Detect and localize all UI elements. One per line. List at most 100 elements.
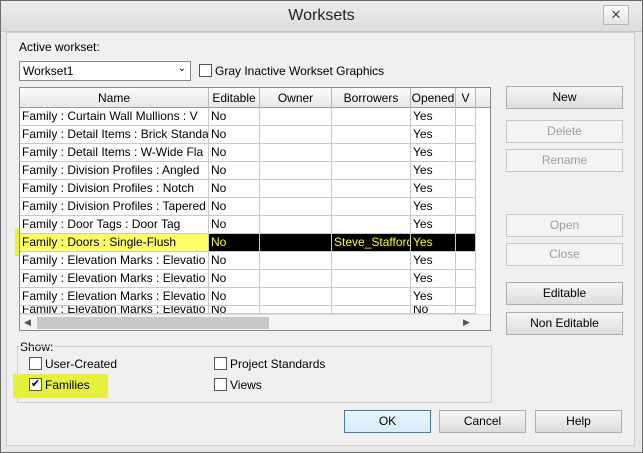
new-button[interactable]: New bbox=[506, 86, 623, 109]
table-row[interactable]: Family : Door Tags : Door Tag No Yes bbox=[20, 216, 476, 234]
close-button[interactable]: Close bbox=[506, 243, 623, 266]
editable-button[interactable]: Editable bbox=[506, 282, 623, 305]
check-icon: ✔ bbox=[30, 378, 41, 390]
cell-opened: Yes bbox=[411, 234, 456, 251]
cell-borrowers: Steve_Stafford bbox=[332, 234, 411, 251]
user-created-label: User-Created bbox=[45, 357, 118, 371]
user-created-checkbox[interactable] bbox=[29, 357, 42, 370]
ok-button[interactable]: OK bbox=[344, 410, 431, 433]
cell-borrowers bbox=[332, 144, 411, 161]
dialog-title: Worksets bbox=[288, 7, 355, 24]
cell-borrowers bbox=[332, 216, 411, 233]
cell-owner bbox=[260, 180, 332, 197]
close-icon[interactable]: ✕ bbox=[603, 5, 629, 25]
cell-borrowers bbox=[332, 306, 411, 313]
cell-editable: No bbox=[209, 144, 260, 161]
cell-name: Family : Detail Items : Brick Standa bbox=[22, 126, 209, 143]
cell-owner bbox=[260, 270, 332, 287]
families-checkbox[interactable]: ✔ bbox=[29, 378, 42, 391]
cell-editable: No bbox=[209, 162, 260, 179]
cell-name: Family : Elevation Marks : Elevatio bbox=[20, 252, 209, 269]
cell-owner bbox=[260, 306, 332, 313]
table-row[interactable]: Family : Division Profiles : Notch No Ye… bbox=[20, 180, 476, 198]
title-bar: Worksets ✕ bbox=[1, 1, 642, 32]
cell-opened: Yes bbox=[411, 216, 456, 233]
cell-borrowers bbox=[332, 288, 411, 305]
table-row-selected[interactable]: Family : Doors : Single-Flush No Steve_S… bbox=[20, 234, 476, 252]
cell-v bbox=[456, 270, 476, 287]
cell-name: Family : Detail Items : W-Wide Fla bbox=[20, 144, 209, 161]
cell-v bbox=[456, 198, 476, 215]
cell-owner bbox=[260, 234, 332, 251]
table-row[interactable]: Family : Elevation Marks : Elevatio No N… bbox=[20, 306, 476, 314]
table-row[interactable]: Family : Detail Items : W-Wide Fla No Ye… bbox=[20, 144, 476, 162]
cell-owner bbox=[260, 216, 332, 233]
cell-editable: No bbox=[209, 234, 260, 251]
cell-borrowers bbox=[332, 198, 411, 215]
table-row[interactable]: Family : Elevation Marks : Elevatio No Y… bbox=[20, 252, 476, 270]
cell-opened: Yes bbox=[411, 198, 456, 215]
scroll-left-icon[interactable]: ◀ bbox=[24, 317, 31, 328]
cell-v bbox=[456, 288, 476, 305]
chevron-down-icon: ⌄ bbox=[177, 63, 186, 74]
cell-owner bbox=[260, 108, 332, 125]
cell-name: Family : Elevation Marks : Elevatio bbox=[20, 270, 209, 287]
horizontal-scroll-thumb[interactable] bbox=[37, 317, 269, 329]
active-workset-label: Active workset: bbox=[19, 40, 100, 54]
views-checkbox[interactable] bbox=[214, 378, 227, 391]
cell-v bbox=[456, 216, 476, 233]
table-row[interactable]: Family : Curtain Wall Mullions : V No Ye… bbox=[20, 108, 476, 126]
column-header-name[interactable]: Name bbox=[20, 88, 209, 108]
cell-editable: No bbox=[209, 108, 260, 125]
cell-opened: No bbox=[411, 306, 456, 313]
delete-button[interactable]: Delete bbox=[506, 120, 623, 143]
cell-editable: No bbox=[209, 126, 260, 143]
cell-v bbox=[456, 180, 476, 197]
table-row[interactable]: Family : Elevation Marks : Elevatio No Y… bbox=[20, 270, 476, 288]
cell-name: Family : Division Profiles : Notch bbox=[20, 180, 209, 197]
cell-owner bbox=[260, 198, 332, 215]
cell-borrowers bbox=[332, 180, 411, 197]
cell-v bbox=[456, 126, 476, 143]
cell-borrowers bbox=[332, 162, 411, 179]
column-header-owner[interactable]: Owner bbox=[260, 88, 332, 108]
table-header: Name Editable Owner Borrowers Opened V bbox=[20, 88, 490, 108]
table-row[interactable]: Family : Detail Items : Brick Standa No … bbox=[20, 126, 476, 144]
cell-editable: No bbox=[209, 270, 260, 287]
cancel-button[interactable]: Cancel bbox=[439, 410, 526, 433]
cell-v bbox=[456, 306, 476, 313]
cell-opened: Yes bbox=[411, 270, 456, 287]
non-editable-button[interactable]: Non Editable bbox=[506, 312, 623, 335]
views-label: Views bbox=[230, 378, 262, 392]
cell-v bbox=[456, 108, 476, 125]
cell-name: Family : Curtain Wall Mullions : V bbox=[20, 108, 209, 125]
gray-inactive-checkbox[interactable] bbox=[199, 64, 212, 77]
project-standards-label: Project Standards bbox=[230, 357, 326, 371]
column-header-editable[interactable]: Editable bbox=[209, 88, 260, 108]
cell-v bbox=[456, 144, 476, 161]
cell-opened: Yes bbox=[411, 108, 456, 125]
project-standards-checkbox[interactable] bbox=[214, 357, 227, 370]
cell-owner bbox=[260, 288, 332, 305]
horizontal-scrollbar[interactable]: ◀ ▶ bbox=[20, 314, 490, 330]
open-button[interactable]: Open bbox=[506, 214, 623, 237]
table-row[interactable]: Family : Division Profiles : Tapered No … bbox=[20, 198, 476, 216]
help-button[interactable]: Help bbox=[535, 410, 622, 433]
cell-opened: Yes bbox=[411, 252, 456, 269]
cell-borrowers bbox=[332, 252, 411, 269]
active-workset-dropdown[interactable]: Workset1 ⌄ bbox=[19, 61, 191, 81]
cell-editable: No bbox=[209, 180, 260, 197]
column-header-v[interactable]: V bbox=[456, 88, 476, 108]
column-header-opened[interactable]: Opened bbox=[411, 88, 456, 108]
cell-opened: Yes bbox=[411, 126, 456, 143]
cell-editable: No bbox=[209, 288, 260, 305]
column-header-borrowers[interactable]: Borrowers bbox=[332, 88, 411, 108]
gray-inactive-label: Gray Inactive Workset Graphics bbox=[215, 64, 385, 78]
rename-button[interactable]: Rename bbox=[506, 149, 623, 172]
table-row[interactable]: Family : Elevation Marks : Elevatio No Y… bbox=[20, 288, 476, 306]
table-row[interactable]: Family : Division Profiles : Angled No Y… bbox=[20, 162, 476, 180]
families-label: Families bbox=[45, 378, 90, 392]
cell-v bbox=[456, 252, 476, 269]
scroll-right-icon[interactable]: ▶ bbox=[463, 317, 470, 328]
worksets-table: Name Editable Owner Borrowers Opened V F… bbox=[19, 87, 491, 331]
